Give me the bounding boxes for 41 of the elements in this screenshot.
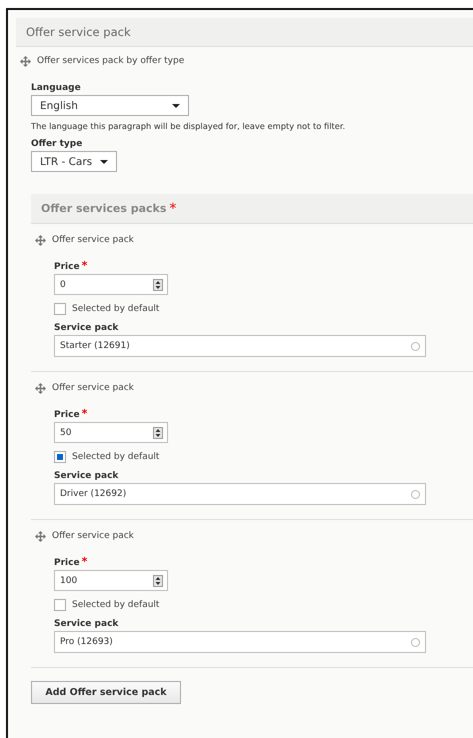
field-label: Price	[54, 410, 80, 420]
checkbox[interactable]	[54, 599, 66, 611]
language-select[interactable]: English	[31, 95, 189, 116]
field-label: Language	[31, 83, 82, 93]
item-title: Offer service pack	[52, 235, 134, 245]
field-label: Offer type	[31, 139, 84, 149]
spinner-icon[interactable]	[153, 574, 163, 586]
checkbox[interactable]	[54, 451, 66, 463]
service-pack-field[interactable]: Driver (12692)	[54, 483, 426, 505]
service-pack-field[interactable]: Pro (12693)	[54, 631, 426, 653]
offer-type-select[interactable]: LTR - Cars	[31, 151, 117, 172]
spinner-icon[interactable]	[153, 426, 163, 438]
spinner-icon[interactable]	[153, 278, 163, 290]
price-field[interactable]: 0	[54, 274, 168, 295]
field-label: Price	[54, 262, 80, 272]
drag-handle-icon[interactable]	[20, 56, 31, 66]
service-pack-field[interactable]: Starter (12691)	[54, 335, 426, 357]
drag-handle-icon[interactable]	[35, 530, 46, 542]
field-label: Price	[54, 558, 80, 568]
field-label: Service pack	[54, 323, 120, 333]
checkbox-label: Selected by default	[72, 452, 160, 462]
panel-header: Offer service pack	[16, 18, 473, 47]
required-mark: *	[82, 558, 88, 566]
item-title: Offer service pack	[52, 531, 134, 541]
paragraph-title: Offer services pack by offer type	[37, 56, 184, 66]
required-mark: *	[82, 262, 88, 270]
required-mark: *	[169, 204, 176, 212]
drag-handle-icon[interactable]	[35, 382, 46, 394]
checkbox-label: Selected by default	[72, 304, 160, 314]
field-label: Service pack	[54, 619, 120, 629]
drag-handle-icon[interactable]	[35, 234, 46, 246]
section-title: Offer services packs	[41, 202, 166, 215]
help-text: The language this paragraph will be displayed for, leave empty not to filter.	[31, 121, 346, 131]
price-field[interactable]: 100	[54, 570, 168, 591]
add-button[interactable]: Add Offer service pack	[31, 681, 181, 704]
price-field[interactable]: 50	[54, 422, 168, 443]
field-label: Service pack	[54, 471, 120, 481]
checkbox[interactable]	[54, 303, 66, 315]
checkbox-label: Selected by default	[72, 600, 160, 610]
required-mark: *	[82, 410, 88, 418]
item-title: Offer service pack	[52, 383, 134, 393]
